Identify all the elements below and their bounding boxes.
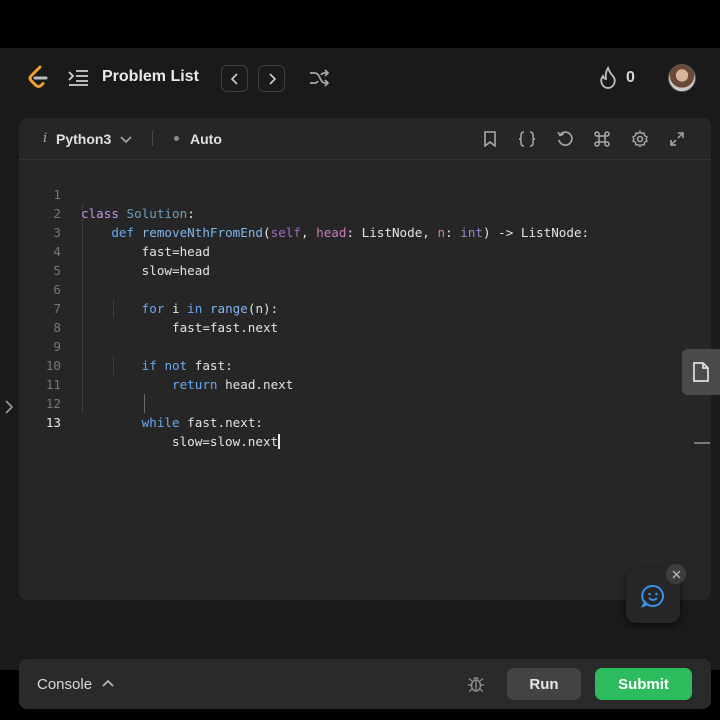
expand-icon [670, 132, 684, 146]
note-icon [693, 362, 709, 382]
language-select[interactable]: Python3 [56, 131, 111, 147]
prev-problem-button[interactable] [221, 65, 248, 92]
bookmark-icon [484, 131, 496, 147]
code-line: 11 [19, 356, 711, 392]
braces-icon [518, 131, 536, 147]
autosave-dot [174, 136, 179, 141]
gear-icon [632, 130, 648, 148]
smile-icon [641, 584, 664, 608]
code-line: 4 slow=head [19, 223, 711, 278]
code-line: 3 fast=head [19, 204, 711, 259]
code-line: 6 for i in range(n): [19, 261, 711, 316]
streak-count: 0 [626, 69, 635, 86]
chevron-up-icon[interactable] [101, 677, 115, 691]
code-line: 9 if not fast: [19, 318, 711, 373]
shortcuts-button[interactable] [592, 129, 612, 149]
shuffle-icon[interactable] [308, 67, 330, 89]
console-bar: Console Run Submit [19, 659, 711, 709]
reset-icon [557, 131, 573, 146]
problem-list-link[interactable]: Problem List [102, 68, 199, 86]
chevron-down-icon[interactable] [119, 132, 133, 146]
settings-button[interactable] [630, 129, 650, 149]
close-icon [672, 570, 680, 578]
chevron-right-icon [268, 72, 276, 85]
mode-label: Auto [190, 131, 222, 147]
leetcode-logo-icon[interactable] [26, 65, 50, 91]
flame-icon[interactable] [597, 66, 619, 90]
top-nav: Problem List 0 [0, 48, 720, 108]
code-line: 7 fast=fast.next [19, 280, 711, 335]
code-text-content: slow=slow.next [81, 434, 279, 449]
avatar[interactable] [668, 64, 696, 92]
bookmark-button[interactable] [480, 129, 500, 149]
code-text: while fast.next: [141, 415, 263, 430]
list-icon[interactable] [67, 68, 89, 88]
chevron-right-icon[interactable] [4, 400, 14, 414]
code-line: 12 while fast.next: [19, 375, 711, 430]
text-caret [278, 434, 280, 449]
bug-icon[interactable] [466, 674, 486, 694]
toolbar-divider [152, 131, 153, 146]
console-toggle[interactable]: Console [37, 676, 92, 693]
code-line: 13 slow=slow.next [19, 394, 711, 449]
run-button[interactable]: Run [507, 668, 581, 700]
code-editor-panel: i Python3 Auto 1 class Solution: 2 def r… [19, 118, 711, 600]
code-line: 1 class Solution: [19, 166, 711, 221]
language-info-icon: i [43, 131, 48, 146]
chevron-left-icon [230, 72, 238, 85]
code-line: 8 [19, 299, 711, 335]
scroll-marker [694, 442, 710, 444]
fullscreen-button[interactable] [667, 129, 687, 149]
command-icon [594, 131, 610, 147]
close-feedback-button[interactable] [666, 564, 686, 584]
submit-button[interactable]: Submit [595, 668, 692, 700]
code-line: 2 def removeNthFromEnd(self, head: ListN… [19, 185, 711, 240]
editor-toolbar: i Python3 Auto [19, 118, 711, 160]
format-button[interactable] [517, 129, 537, 149]
code-line: 5 [19, 242, 711, 278]
code-line: 10 return head.next [19, 337, 711, 392]
next-problem-button[interactable] [258, 65, 285, 92]
app-window: Problem List 0 i Python3 Auto 1 class So… [0, 48, 720, 709]
code-text: slow=slow.next [81, 432, 280, 451]
reset-button[interactable] [555, 129, 575, 149]
notes-tab[interactable] [682, 349, 720, 395]
line-number: 13 [45, 415, 61, 430]
